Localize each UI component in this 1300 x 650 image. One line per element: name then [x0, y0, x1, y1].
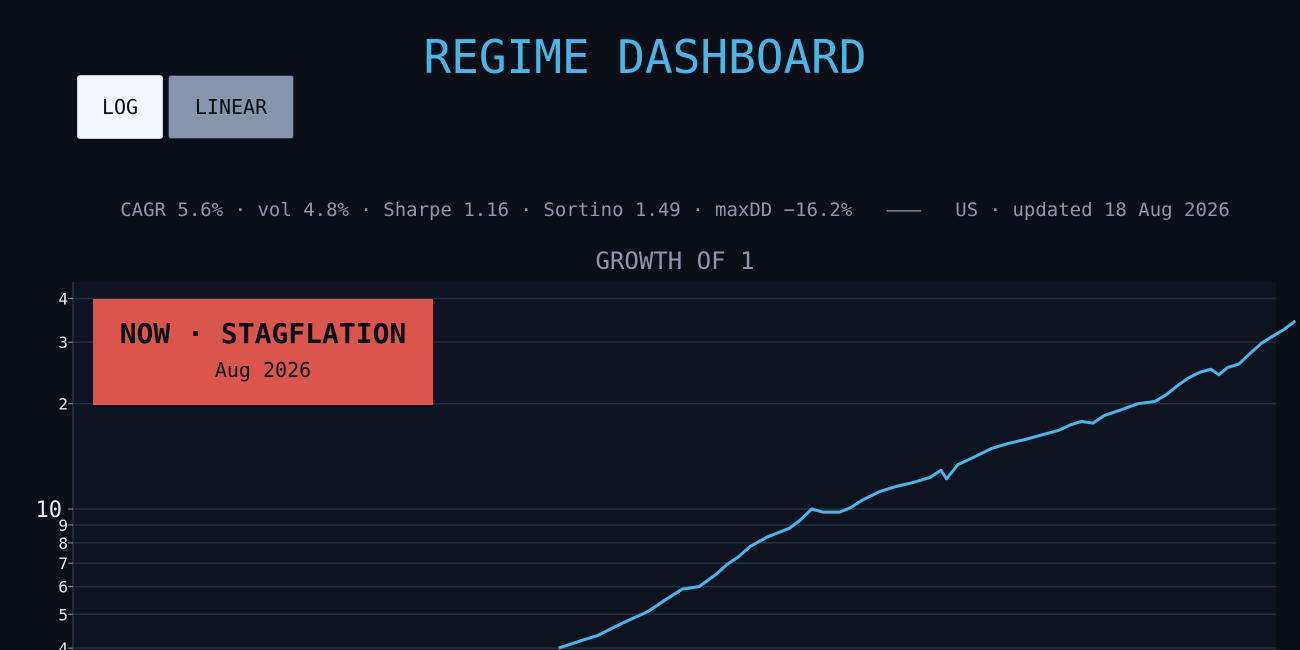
y-tick-label: 2 [58, 395, 68, 414]
y-tick-label: 3 [58, 333, 68, 352]
y-tick-label: 4 [58, 289, 68, 308]
regime-badge: NOW · STAGFLATION Aug 2026 [93, 299, 433, 405]
y-tick-label: 8 [58, 534, 68, 553]
regime-dashboard: REGIME DASHBOARD LOG LINEAR CAGR 5.6% · … [0, 0, 1300, 650]
y-tick-label: 7 [58, 554, 68, 573]
regime-badge-title: NOW · STAGFLATION [119, 317, 407, 350]
regime-badge-date: Aug 2026 [214, 358, 312, 382]
y-tick-label: 5 [58, 605, 68, 624]
y-tick-label: 6 [58, 578, 68, 597]
y-tick-label: 9 [58, 516, 68, 535]
y-tick-label: 4 [58, 639, 68, 650]
